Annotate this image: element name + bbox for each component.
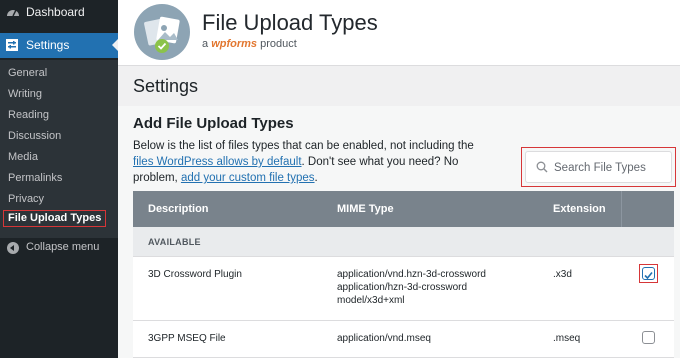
section-description: Below is the list of files types that ca… — [133, 138, 493, 186]
sidebar-item-media[interactable]: Media — [8, 151, 38, 163]
checkmark-icon — [644, 271, 653, 280]
mime-line: model/x3d+xml — [337, 295, 405, 306]
collapse-menu-label: Collapse menu — [26, 241, 100, 253]
cell-extension: .x3d — [553, 269, 572, 280]
wpforms-logo: wpforms — [211, 38, 258, 50]
enable-checkbox[interactable] — [642, 267, 655, 280]
sidebar-item-general[interactable]: General — [8, 67, 47, 79]
cell-mime-type: application/vnd.mseq — [337, 333, 431, 344]
cell-extension: .mseq — [553, 333, 581, 344]
group-label: AVAILABLE — [148, 237, 201, 247]
plugin-byline: a wpforms product — [202, 38, 297, 50]
column-header-description: Description — [148, 203, 209, 215]
sidebar-item-writing[interactable]: Writing — [8, 88, 42, 100]
settings-icon — [6, 39, 18, 51]
files-allowed-link[interactable]: files WordPress allows by default — [133, 156, 302, 168]
byline-suffix: product — [260, 38, 297, 50]
settings-submenu: General Writing Reading Discussion Media… — [0, 60, 118, 238]
collapse-menu-button[interactable]: Collapse menu — [0, 239, 118, 259]
search-highlight — [521, 147, 676, 187]
column-header-mime-type: MIME Type — [337, 203, 394, 215]
column-header-extension: Extension — [553, 203, 606, 215]
table-group-header: AVAILABLE — [133, 227, 674, 257]
sidebar-item-permalinks[interactable]: Permalinks — [8, 172, 62, 184]
cell-description: 3GPP MSEQ File — [148, 333, 226, 344]
sidebar-item-label: Dashboard — [26, 5, 85, 19]
sidebar-item-label: Settings — [26, 38, 70, 52]
page-title: Settings — [133, 76, 199, 96]
section-title: Add File Upload Types — [133, 115, 294, 132]
plugin-logo-icon — [134, 4, 190, 60]
admin-sidebar: Dashboard Settings General Writing Readi… — [0, 0, 119, 358]
mime-line: application/hzn-3d-crossword — [337, 282, 468, 293]
add-custom-types-link[interactable]: add your custom file types — [181, 172, 315, 184]
sidebar-item-file-upload-types[interactable]: File Upload Types — [3, 210, 107, 227]
sidebar-item-dashboard[interactable]: Dashboard — [0, 0, 118, 26]
table-row: 3D Crossword Plugin application/vnd.hzn-… — [133, 257, 674, 321]
table-header: Description MIME Type Extension — [133, 191, 674, 227]
plugin-title: File Upload Types — [202, 10, 378, 35]
dashboard-icon — [7, 9, 19, 17]
cell-mime-type: application/vnd.hzn-3d-crossword applica… — [337, 268, 486, 307]
search-input[interactable] — [554, 158, 669, 178]
collapse-icon — [7, 242, 19, 254]
sidebar-item-reading[interactable]: Reading — [8, 109, 49, 121]
byline-prefix: a — [202, 38, 209, 50]
search-icon — [536, 161, 548, 173]
description-text: Below is the list of files types that ca… — [133, 140, 474, 152]
sidebar-item-privacy[interactable]: Privacy — [8, 193, 44, 205]
sidebar-item-settings[interactable]: Settings — [0, 33, 119, 58]
cell-description: 3D Crossword Plugin — [148, 269, 242, 280]
mime-line: application/vnd.hzn-3d-crossword — [337, 269, 486, 280]
sidebar-item-discussion[interactable]: Discussion — [8, 130, 61, 142]
enable-checkbox[interactable] — [642, 331, 655, 344]
search-field — [525, 151, 672, 183]
plugin-header: File Upload Types a wpforms product — [118, 0, 680, 66]
header-divider — [621, 191, 622, 227]
description-text: . — [314, 172, 318, 184]
table-row: 3GPP MSEQ File application/vnd.mseq .mse… — [133, 321, 674, 358]
